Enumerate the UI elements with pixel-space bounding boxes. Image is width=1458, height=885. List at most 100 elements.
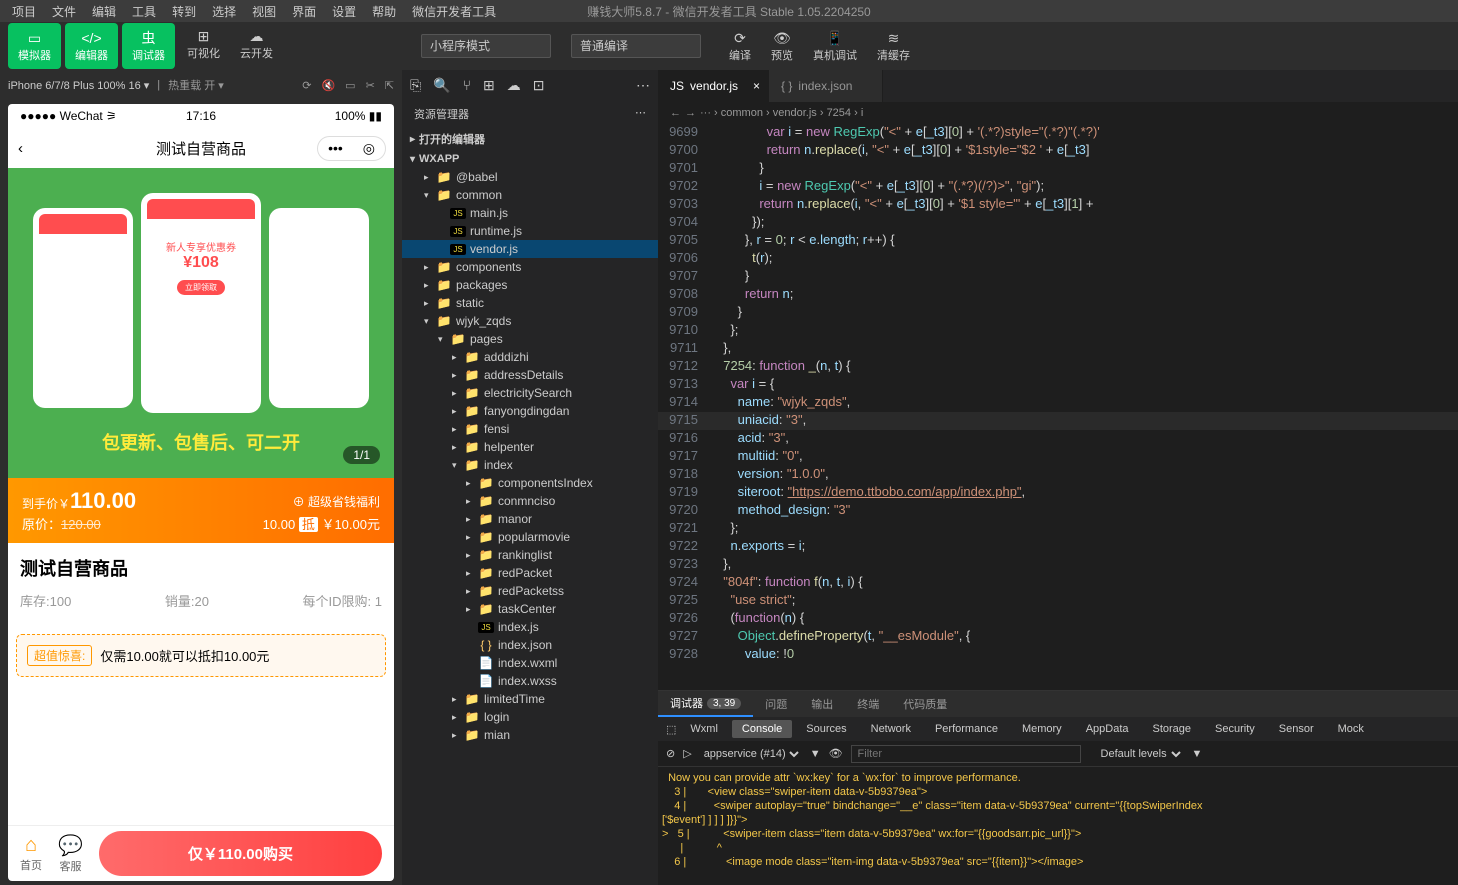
nav-right-icon[interactable]: →: [685, 107, 696, 119]
preview-button[interactable]: 👁预览: [763, 25, 801, 67]
phone-simulator[interactable]: ●●●●● WeChat ⚞ 17:16 100% ▮▮ ‹ 测试自营商品 ••…: [8, 104, 394, 881]
subtab-Wxml[interactable]: Wxml: [680, 720, 728, 738]
compile-button[interactable]: ⟳编译: [721, 25, 759, 67]
buy-button[interactable]: 仅￥110.00购买: [99, 831, 382, 876]
subtab-Sources[interactable]: Sources: [796, 720, 856, 738]
menu-选择[interactable]: 选择: [204, 5, 244, 19]
tree-item-components[interactable]: ▸📁components: [402, 258, 658, 276]
cloud-icon[interactable]: ☁: [507, 77, 521, 94]
tree-item-addressDetails[interactable]: ▸📁addressDetails: [402, 366, 658, 384]
tree-item-electricitySearch[interactable]: ▸📁electricitySearch: [402, 384, 658, 402]
tree-item-redPacket[interactable]: ▸📁redPacket: [402, 564, 658, 582]
detach-icon[interactable]: ⇱: [385, 79, 394, 92]
chevron-down-icon[interactable]: ▼: [810, 748, 821, 760]
close-tab-icon[interactable]: ×: [753, 79, 760, 93]
cloud-button[interactable]: ☁云开发: [232, 23, 281, 69]
explorer-menu-icon[interactable]: ⋯: [635, 106, 646, 122]
editor-button[interactable]: </>编辑器: [65, 23, 118, 69]
tree-item-popularmovie[interactable]: ▸📁popularmovie: [402, 528, 658, 546]
devtools-tab-问题[interactable]: 问题: [753, 691, 799, 717]
tree-item-@babel[interactable]: ▸📁@babel: [402, 168, 658, 186]
tree-item-manor[interactable]: ▸📁manor: [402, 510, 658, 528]
menu-icon[interactable]: •••: [318, 137, 353, 160]
subtab-Mock[interactable]: Mock: [1328, 720, 1374, 738]
subtab-AppData[interactable]: AppData: [1076, 720, 1139, 738]
tree-item-taskCenter[interactable]: ▸📁taskCenter: [402, 600, 658, 618]
eye-icon[interactable]: 👁: [829, 747, 843, 760]
tree-item-fensi[interactable]: ▸📁fensi: [402, 420, 658, 438]
tab-vendor.js[interactable]: JSvendor.js×: [658, 70, 769, 102]
service-button[interactable]: 💬客服: [58, 833, 83, 874]
real-debug-button[interactable]: 📱真机调试: [805, 25, 865, 67]
tree-item-login[interactable]: ▸📁login: [402, 708, 658, 726]
back-icon[interactable]: ‹: [18, 140, 23, 157]
tree-item-static[interactable]: ▸📁static: [402, 294, 658, 312]
inspect-icon[interactable]: ⬚: [666, 723, 676, 736]
tree-item-common[interactable]: ▾📁common: [402, 186, 658, 204]
device-selector[interactable]: iPhone 6/7/8 Plus 100% 16 ▾: [8, 79, 149, 92]
branch-icon[interactable]: ⑂: [463, 77, 471, 93]
breadcrumb[interactable]: ← → ··· › common › vendor.js › 7254 › i: [658, 102, 1458, 124]
code-editor[interactable]: 9699 var i = new RegExp("<" + e[_t3][0] …: [658, 124, 1458, 690]
root-section[interactable]: WXAPP: [402, 150, 658, 168]
mode-select[interactable]: 小程序模式: [421, 34, 551, 58]
subtab-Performance[interactable]: Performance: [925, 720, 1008, 738]
tree-item-mian[interactable]: ▸📁mian: [402, 726, 658, 744]
nav-left-icon[interactable]: ←: [670, 107, 681, 119]
devtools-tab-代码质量[interactable]: 代码质量: [891, 691, 959, 717]
tree-item-runtime.js[interactable]: JSruntime.js: [402, 222, 658, 240]
file-tree[interactable]: ▸📁@babel▾📁commonJSmain.jsJSruntime.jsJSv…: [402, 168, 658, 885]
menu-转到[interactable]: 转到: [164, 5, 204, 19]
console-output[interactable]: Now you can provide attr `wx:key` for a …: [658, 767, 1458, 885]
tree-item-wjyk_zqds[interactable]: ▾📁wjyk_zqds: [402, 312, 658, 330]
tree-item-packages[interactable]: ▸📁packages: [402, 276, 658, 294]
subtab-Security[interactable]: Security: [1205, 720, 1265, 738]
tree-item-index.wxml[interactable]: 📄index.wxml: [402, 654, 658, 672]
tree-item-adddizhi[interactable]: ▸📁adddizhi: [402, 348, 658, 366]
device-icon[interactable]: ▭: [345, 79, 355, 92]
menu-帮助[interactable]: 帮助: [364, 5, 404, 19]
devtools-tab-输出[interactable]: 输出: [799, 691, 845, 717]
tree-item-vendor.js[interactable]: JSvendor.js: [402, 240, 658, 258]
devtools-tab-调试器[interactable]: 调试器3, 39: [658, 691, 753, 717]
debugger-button[interactable]: 虫调试器: [122, 23, 175, 69]
visual-button[interactable]: ⊞可视化: [179, 23, 228, 69]
tree-item-main.js[interactable]: JSmain.js: [402, 204, 658, 222]
subtab-Network[interactable]: Network: [861, 720, 921, 738]
levels-select[interactable]: Default levels: [1097, 747, 1184, 761]
cut-icon[interactable]: ✂: [366, 79, 375, 92]
devtools-tab-终端[interactable]: 终端: [845, 691, 891, 717]
tree-item-index.wxss[interactable]: 📄index.wxss: [402, 672, 658, 690]
clear-cache-button[interactable]: ≋清缓存: [869, 25, 918, 67]
coupon-box[interactable]: 超值惊喜: 仅需10.00就可以抵扣10.00元: [16, 634, 386, 677]
menu-文件[interactable]: 文件: [44, 5, 84, 19]
tree-item-limitedTime[interactable]: ▸📁limitedTime: [402, 690, 658, 708]
stop-icon[interactable]: ⊘: [666, 747, 675, 760]
menu-项目[interactable]: 项目: [4, 5, 44, 19]
console-filter-input[interactable]: [851, 745, 1081, 763]
simulator-button[interactable]: ▭模拟器: [8, 23, 61, 69]
menu-微信开发者工具[interactable]: 微信开发者工具: [404, 5, 504, 19]
subtab-Storage[interactable]: Storage: [1143, 720, 1202, 738]
ext-icon[interactable]: ⊡: [533, 77, 545, 94]
tree-item-pages[interactable]: ▾📁pages: [402, 330, 658, 348]
phone-content[interactable]: 新人专享优惠券¥108立即领取 包更新、包售后、可二开 1/1 到手价￥110.…: [8, 168, 394, 825]
clear-icon[interactable]: ▷: [683, 747, 691, 760]
tree-item-componentsIndex[interactable]: ▸📁componentsIndex: [402, 474, 658, 492]
files-icon[interactable]: ⎘: [410, 77, 421, 94]
subtab-Memory[interactable]: Memory: [1012, 720, 1072, 738]
box-icon[interactable]: ⊞: [483, 77, 495, 94]
tree-item-index.js[interactable]: JSindex.js: [402, 618, 658, 636]
more-icon[interactable]: ⋯: [636, 77, 650, 94]
subtab-Sensor[interactable]: Sensor: [1269, 720, 1324, 738]
tree-item-redPacketss[interactable]: ▸📁redPacketss: [402, 582, 658, 600]
hot-reload-toggle[interactable]: 热重载 开 ▾: [168, 77, 224, 93]
tab-index.json[interactable]: { }index.json: [769, 70, 883, 102]
menu-设置[interactable]: 设置: [324, 5, 364, 19]
context-select[interactable]: appservice (#14): [700, 747, 802, 761]
refresh-icon[interactable]: ⟳: [302, 79, 311, 92]
tree-item-fanyongdingdan[interactable]: ▸📁fanyongdingdan: [402, 402, 658, 420]
tree-item-index.json[interactable]: { }index.json: [402, 636, 658, 654]
home-button[interactable]: ⌂首页: [20, 834, 42, 873]
tree-item-conmnciso[interactable]: ▸📁conmnciso: [402, 492, 658, 510]
